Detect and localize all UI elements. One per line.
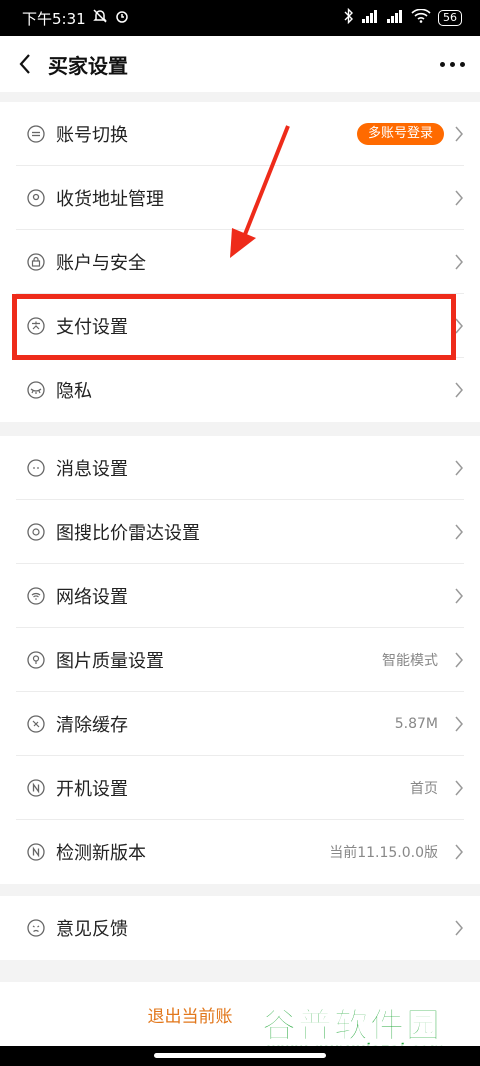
- chevron-right-icon: [455, 382, 463, 398]
- chevron-right-icon: [455, 716, 463, 732]
- row-label: 隐私: [56, 381, 92, 402]
- status-bar: 下午5:31 56: [0, 0, 480, 36]
- row-value: 首页: [410, 781, 438, 797]
- signal-icon-2: [386, 9, 404, 27]
- startup-icon: [26, 778, 46, 798]
- chevron-right-icon: [455, 588, 463, 604]
- message-icon: [26, 458, 46, 478]
- row-label: 支付设置: [56, 317, 128, 338]
- row-label: 图搜比价雷达设置: [56, 523, 200, 544]
- logout-label: 退出当前账: [147, 1006, 233, 1027]
- row-label: 网络设置: [56, 587, 128, 608]
- back-button[interactable]: [2, 36, 48, 92]
- battery-indicator: 56: [438, 10, 462, 26]
- row-message-settings[interactable]: 消息设置: [0, 436, 480, 500]
- payment-icon: [26, 316, 46, 336]
- multi-account-badge[interactable]: 多账号登录: [356, 123, 444, 145]
- row-privacy[interactable]: 隐私: [0, 358, 480, 422]
- mute-icon: [92, 8, 108, 28]
- row-check-version[interactable]: 检测新版本 当前11.15.0.0版: [0, 820, 480, 884]
- chevron-right-icon: [455, 844, 463, 860]
- version-icon: [26, 842, 46, 862]
- row-label: 账号切换: [56, 125, 128, 146]
- app-settings-group: 消息设置 图搜比价雷达设置 网络设置 图片质量设置 智能模式 清除缓存 5.87…: [0, 436, 480, 884]
- chevron-right-icon: [455, 126, 463, 142]
- row-label: 开机设置: [56, 779, 128, 800]
- nav-bar: 买家设置: [0, 36, 480, 92]
- more-options-button[interactable]: [436, 52, 468, 76]
- chevron-right-icon: [455, 524, 463, 540]
- row-label: 意见反馈: [56, 919, 128, 940]
- image-quality-icon: [26, 650, 46, 670]
- chevron-right-icon: [455, 254, 463, 270]
- row-feedback[interactable]: 意见反馈: [0, 896, 480, 960]
- chevron-right-icon: [455, 190, 463, 206]
- radar-icon: [26, 522, 46, 542]
- feedback-icon: [26, 918, 46, 938]
- broom-icon: [26, 714, 46, 734]
- chevron-right-icon: [455, 460, 463, 476]
- row-network-settings[interactable]: 网络设置: [0, 564, 480, 628]
- page-title: 买家设置: [48, 53, 128, 78]
- home-indicator[interactable]: [154, 1053, 326, 1058]
- wifi-icon: [26, 586, 46, 606]
- chevron-right-icon: [455, 780, 463, 796]
- chevron-right-icon: [455, 318, 463, 334]
- row-value: 5.87M: [394, 716, 438, 732]
- row-image-quality[interactable]: 图片质量设置 智能模式: [0, 628, 480, 692]
- account-settings-group: 账号切换 多账号登录 收货地址管理 账户与安全 支付设置 隐私: [0, 102, 480, 422]
- row-address-management[interactable]: 收货地址管理: [0, 166, 480, 230]
- row-label: 检测新版本: [56, 843, 146, 864]
- signal-icon: [361, 9, 379, 27]
- row-label: 图片质量设置: [56, 651, 164, 672]
- row-switch-account[interactable]: 账号切换 多账号登录: [0, 102, 480, 166]
- row-label: 收货地址管理: [56, 189, 164, 210]
- row-startup-settings[interactable]: 开机设置 首页: [0, 756, 480, 820]
- eye-closed-icon: [26, 380, 46, 400]
- row-account-security[interactable]: 账户与安全: [0, 230, 480, 294]
- lock-icon: [26, 252, 46, 272]
- row-label: 消息设置: [56, 459, 128, 480]
- row-value: 当前11.15.0.0版: [329, 845, 438, 861]
- row-value: 智能模式: [382, 653, 438, 669]
- alarm-icon: [114, 8, 130, 28]
- chevron-right-icon: [455, 652, 463, 668]
- chevron-left-icon: [19, 54, 30, 74]
- row-clear-cache[interactable]: 清除缓存 5.87M: [0, 692, 480, 756]
- row-payment-settings[interactable]: 支付设置: [0, 294, 480, 358]
- row-image-search-radar[interactable]: 图搜比价雷达设置: [0, 500, 480, 564]
- location-pin-icon: [26, 188, 46, 208]
- switch-account-icon: [26, 124, 46, 144]
- status-time: 下午5:31: [22, 9, 86, 28]
- feedback-group: 意见反馈: [0, 896, 480, 960]
- row-label: 账户与安全: [56, 253, 146, 274]
- bluetooth-icon: [344, 7, 354, 28]
- wifi-status-icon: [411, 8, 431, 27]
- chevron-right-icon: [455, 920, 463, 936]
- row-label: 清除缓存: [56, 715, 128, 736]
